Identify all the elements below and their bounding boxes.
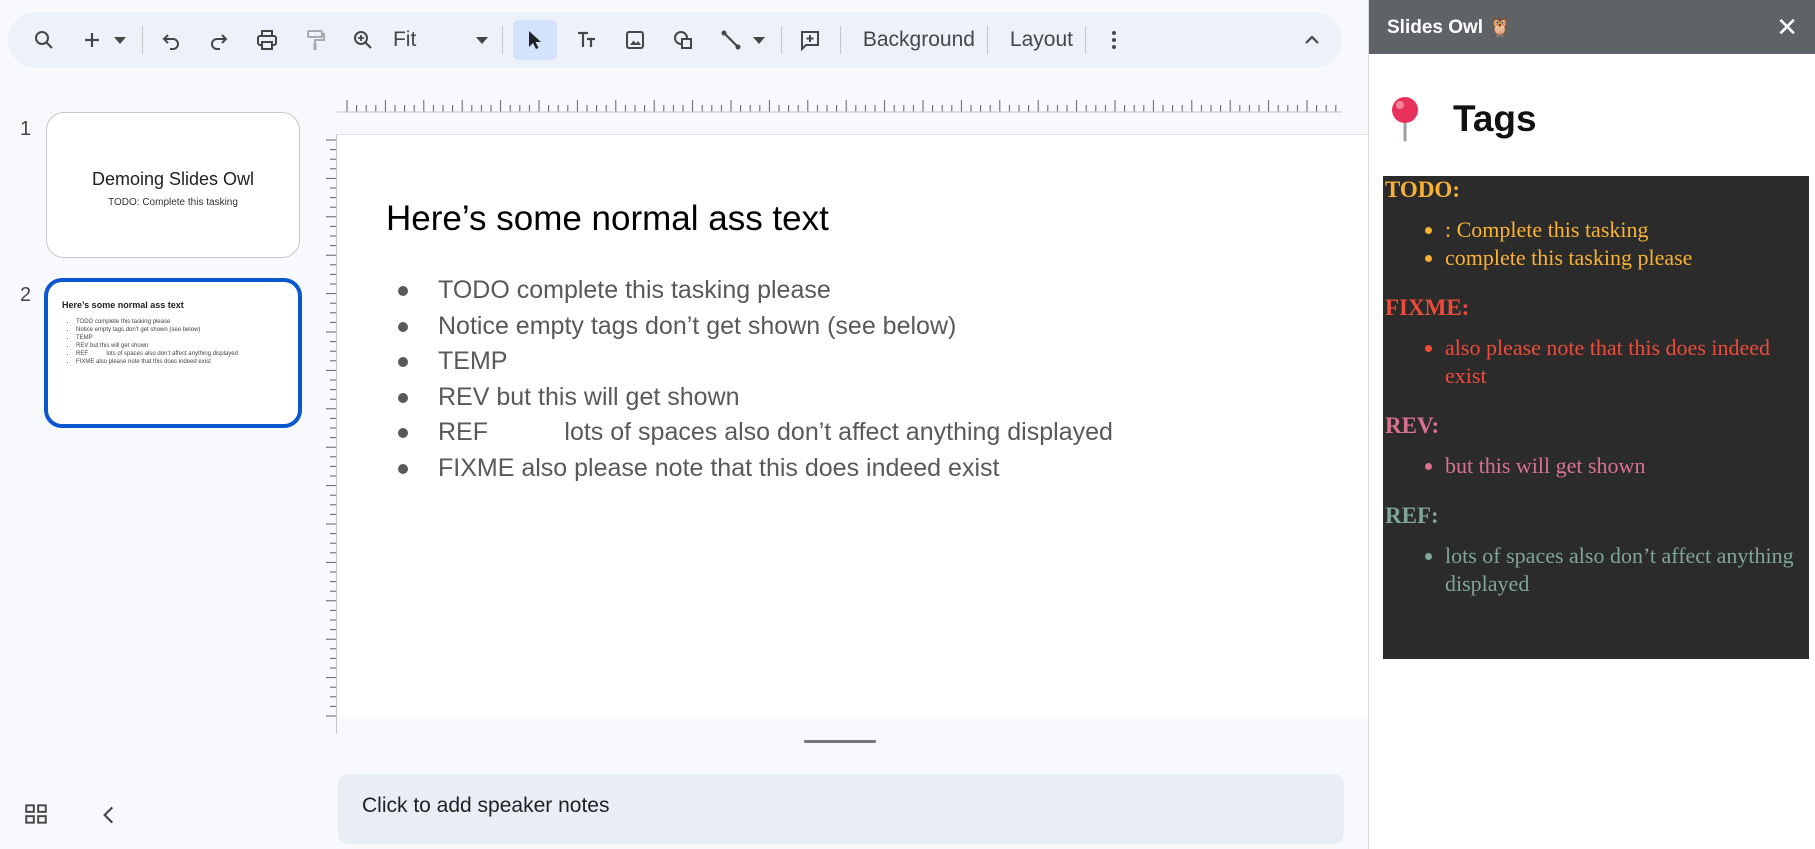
close-icon[interactable]: ✕: [1776, 12, 1798, 43]
slide-thumbnail-1[interactable]: Demoing Slides Owl TODO: Complete this t…: [46, 112, 300, 258]
panel-header: Slides Owl 🦉 ✕: [1369, 0, 1815, 54]
panel-title: Slides Owl 🦉: [1387, 17, 1513, 38]
speaker-notes[interactable]: Click to add speaker notes: [338, 774, 1344, 844]
more-vert-icon[interactable]: [1096, 20, 1132, 60]
thumbnail-title: Here’s some normal ass text: [62, 300, 184, 310]
toolbar-divider: [839, 26, 841, 54]
paint-format-icon[interactable]: [297, 20, 333, 60]
tag-items: but this will get shown: [1385, 452, 1807, 480]
tag-items: also please note that this does indeed e…: [1385, 334, 1807, 390]
tags-heading: Tags: [1387, 96, 1537, 142]
horizontal-ruler: [337, 100, 1342, 113]
tags-list: TODO: : Complete this tasking complete t…: [1383, 176, 1809, 659]
redo-icon[interactable]: [201, 20, 237, 60]
tag-label: REV:: [1385, 413, 1440, 438]
slide-bullet: REV but this will get shown: [386, 380, 1113, 416]
thumbnail-bullet: REV but this will get shown: [76, 342, 238, 350]
collapse-icon[interactable]: [1294, 20, 1330, 60]
select-cursor-icon[interactable]: [512, 20, 557, 60]
search-icon[interactable]: [26, 20, 62, 60]
slide-bullet: REF lots of spaces also don’t affect any…: [386, 415, 1113, 451]
text-box-icon[interactable]: [569, 20, 605, 60]
thumbnail-bullet: Notice empty tags don’t get shown (see b…: [76, 326, 238, 334]
background-button[interactable]: Background: [851, 20, 987, 60]
chevron-down-icon: [475, 36, 488, 44]
slide-canvas[interactable]: Here’s some normal ass text TODO complet…: [338, 134, 1368, 717]
tag-item: : Complete this tasking: [1445, 216, 1807, 244]
thumbnail-title: Demoing Slides Owl: [91, 169, 255, 189]
tag-items: lots of spaces also don’t affect anythin…: [1385, 542, 1807, 598]
tags-title: Tags: [1453, 98, 1537, 139]
line-dropdown-icon[interactable]: [751, 20, 767, 60]
thumbnail-bullet: REF lots of spaces also don’t affect any…: [76, 350, 238, 358]
shapes-icon[interactable]: [665, 20, 701, 60]
toolbar-divider: [780, 26, 782, 54]
zoom-icon[interactable]: [345, 20, 381, 60]
thumbnail-bullet: TEMP: [76, 334, 238, 342]
tag-group-ref: REF: lots of spaces also don’t affect an…: [1385, 502, 1807, 598]
layout-button[interactable]: Layout: [998, 20, 1085, 60]
toolbar: Fit Background Layout: [8, 12, 1342, 68]
undo-icon[interactable]: [153, 20, 189, 60]
tag-item: but this will get shown: [1445, 452, 1807, 480]
tag-label: FIXME:: [1385, 295, 1470, 320]
tag-label: TODO:: [1385, 177, 1460, 202]
zoom-select[interactable]: Fit: [393, 28, 488, 52]
thumbnail-bullets: TODO complete this tasking please Notice…: [62, 318, 238, 366]
zoom-value: Fit: [392, 28, 417, 51]
slide-bullet: FIXME also please note that this does in…: [386, 451, 1113, 487]
line-icon[interactable]: [713, 20, 749, 60]
tag-label: REF:: [1385, 503, 1439, 528]
tag-group-rev: REV: but this will get shown: [1385, 412, 1807, 480]
thumbnail-subtitle: TODO: Complete this tasking: [108, 197, 238, 208]
slide-bullet-list[interactable]: TODO complete this tasking please Notice…: [386, 273, 1113, 486]
add-dropdown-icon[interactable]: [112, 20, 128, 60]
slides-owl-panel: Slides Owl 🦉 ✕ Tags TODO: : Complete thi…: [1368, 0, 1815, 849]
add-comment-icon[interactable]: [792, 20, 828, 60]
tag-items: : Complete this tasking complete this ta…: [1385, 216, 1807, 272]
slide-thumbnail-2[interactable]: Here’s some normal ass text TODO complet…: [44, 278, 302, 428]
collapse-filmstrip-icon[interactable]: [96, 802, 122, 833]
tag-item: complete this tasking please: [1445, 244, 1807, 272]
toolbar-divider: [1084, 26, 1086, 54]
tag-item: lots of spaces also don’t affect anythin…: [1445, 542, 1807, 598]
toolbar-divider: [501, 26, 503, 54]
grid-view-icon[interactable]: [23, 801, 49, 832]
thumbnail-bullet: TODO complete this tasking please: [76, 318, 238, 326]
image-icon[interactable]: [617, 20, 653, 60]
slide-bullet: TEMP: [386, 344, 1113, 380]
ruler-divider: [336, 134, 337, 734]
slide-number: 2: [20, 284, 32, 306]
add-icon[interactable]: [74, 20, 110, 60]
notes-resize-handle[interactable]: [804, 740, 876, 743]
slide-title[interactable]: Here’s some normal ass text: [386, 199, 829, 239]
slide-bullet: TODO complete this tasking please: [386, 273, 1113, 309]
thumbnail-bullet: FIXME also please note that this does in…: [76, 358, 238, 366]
print-icon[interactable]: [249, 20, 285, 60]
tag-group-fixme: FIXME: also please note that this does i…: [1385, 294, 1807, 390]
tag-item: also please note that this does indeed e…: [1445, 334, 1807, 390]
slide-number: 1: [20, 118, 32, 140]
toolbar-divider: [986, 26, 988, 54]
pin-icon: [1392, 97, 1418, 142]
toolbar-divider: [142, 26, 143, 54]
tag-group-todo: TODO: : Complete this tasking complete t…: [1385, 176, 1807, 272]
slide-bullet: Notice empty tags don’t get shown (see b…: [386, 309, 1113, 345]
